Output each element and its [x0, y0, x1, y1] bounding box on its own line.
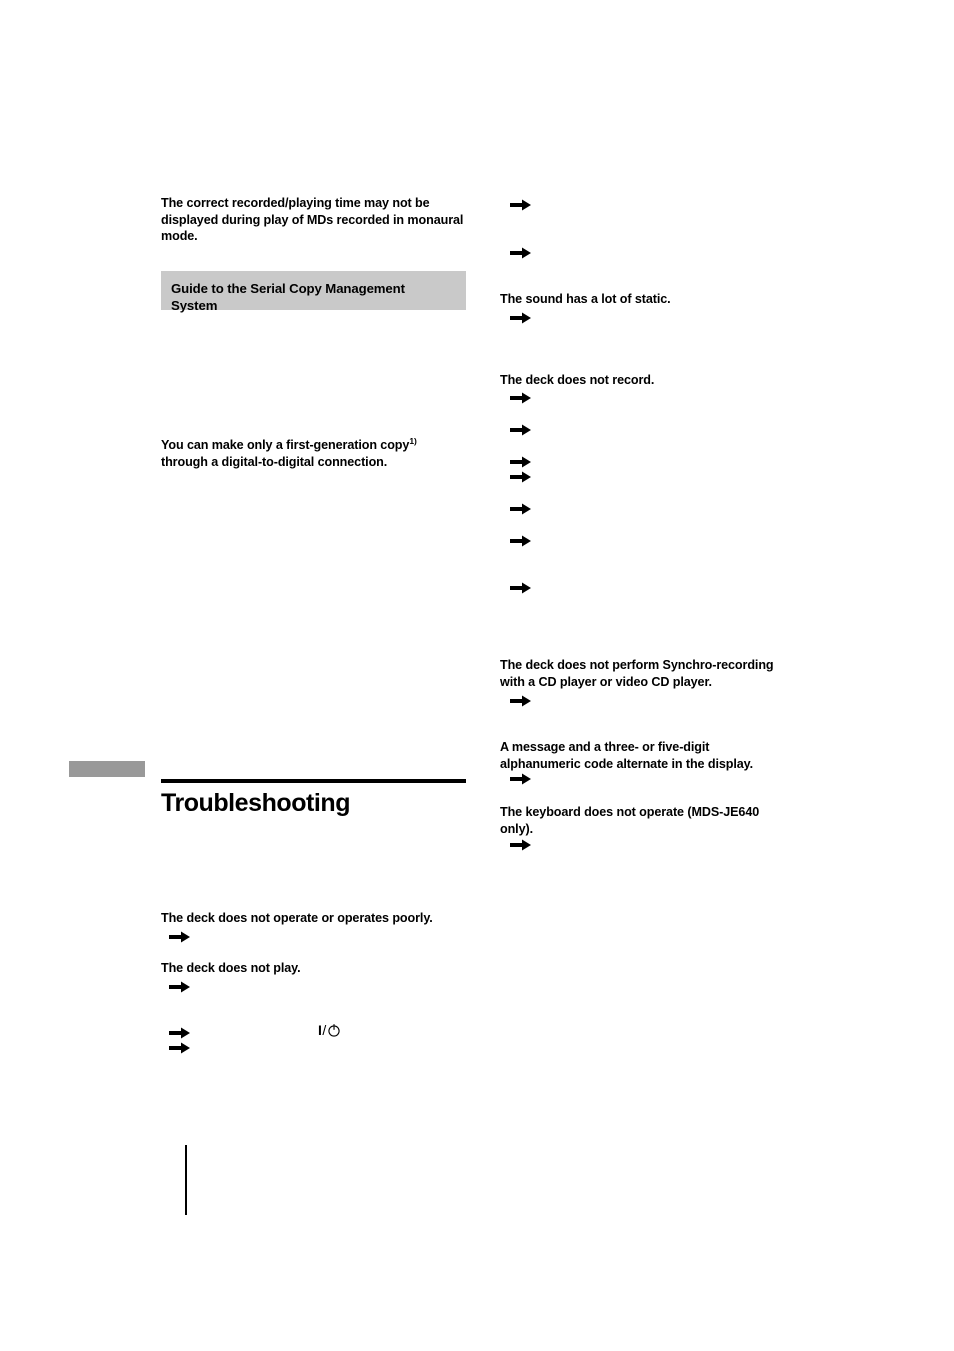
scms-statement-line2: through a digital-to-digital connection.	[161, 454, 388, 469]
arrow-right-icon	[169, 1026, 191, 1040]
symptom-heading-synchro-recording-line1: The deck does not perform Synchro-record…	[500, 658, 774, 672]
arrow-right-icon	[510, 311, 532, 325]
symptom-heading-keyboard-not-operate-line1: The keyboard does not operate (MDS-JE640	[500, 805, 760, 819]
arrow-right-icon	[510, 423, 532, 437]
symptom-heading-synchro-recording: The deck does not perform Synchro-record…	[500, 657, 830, 690]
section-header-scms-line2: System	[171, 298, 218, 313]
page-title: Troubleshooting	[161, 789, 351, 817]
arrow-right-icon	[510, 838, 532, 852]
bottom-vertical-rule	[185, 1145, 187, 1215]
section-header-scms-line1: Guide to the Serial Copy Management	[171, 281, 405, 296]
manual-page: The correct recorded/playing time may no…	[0, 0, 954, 1351]
arrow-right-icon	[510, 581, 532, 595]
scms-statement: You can make only a first-generation cop…	[161, 437, 471, 470]
symptom-heading-deck-not-record: The deck does not record.	[500, 373, 655, 387]
symptom-heading-deck-not-operate: The deck does not operate or operates po…	[161, 911, 433, 925]
power-symbol-i: I	[318, 1022, 322, 1038]
symptom-heading-alphanumeric-code: A message and a three- or five-digit alp…	[500, 739, 830, 772]
chapter-rule	[161, 779, 466, 783]
note-monaural-playback-time: The correct recorded/playing time may no…	[161, 196, 464, 243]
symptom-heading-keyboard-not-operate: The keyboard does not operate (MDS-JE640…	[500, 804, 830, 837]
arrow-right-icon	[510, 534, 532, 548]
power-standby-symbol: I /	[318, 1023, 341, 1037]
power-icon	[327, 1023, 341, 1037]
arrow-right-icon	[169, 1041, 191, 1055]
arrow-right-icon	[510, 694, 532, 708]
symptom-heading-sound-static: The sound has a lot of static.	[500, 292, 671, 306]
symptom-heading-alphanumeric-code-line2: alphanumeric code alternate in the displ…	[500, 756, 754, 771]
page-edge-tab-marker	[69, 761, 145, 777]
symptom-heading-keyboard-not-operate-line2: only).	[500, 821, 533, 836]
scms-footnote-marker: 1)	[409, 435, 417, 446]
arrow-right-icon	[510, 772, 532, 786]
symptom-heading-alphanumeric-code-line1: A message and a three- or five-digit	[500, 740, 710, 754]
arrow-right-icon	[169, 980, 191, 994]
arrow-right-icon	[510, 198, 532, 212]
arrow-right-icon	[510, 470, 532, 484]
arrow-right-icon	[510, 246, 532, 260]
arrow-right-icon	[510, 502, 532, 516]
section-header-scms: Guide to the Serial Copy Management Syst…	[161, 271, 466, 313]
scms-statement-line1: You can make only a first-generation cop…	[161, 438, 410, 452]
symptom-heading-deck-not-play: The deck does not play.	[161, 961, 301, 975]
power-symbol-separator: /	[322, 1022, 327, 1038]
arrow-right-icon	[510, 455, 532, 469]
symptom-heading-synchro-recording-line2: with a CD player or video CD player.	[500, 674, 712, 689]
arrow-right-icon	[510, 391, 532, 405]
arrow-right-icon	[169, 930, 191, 944]
